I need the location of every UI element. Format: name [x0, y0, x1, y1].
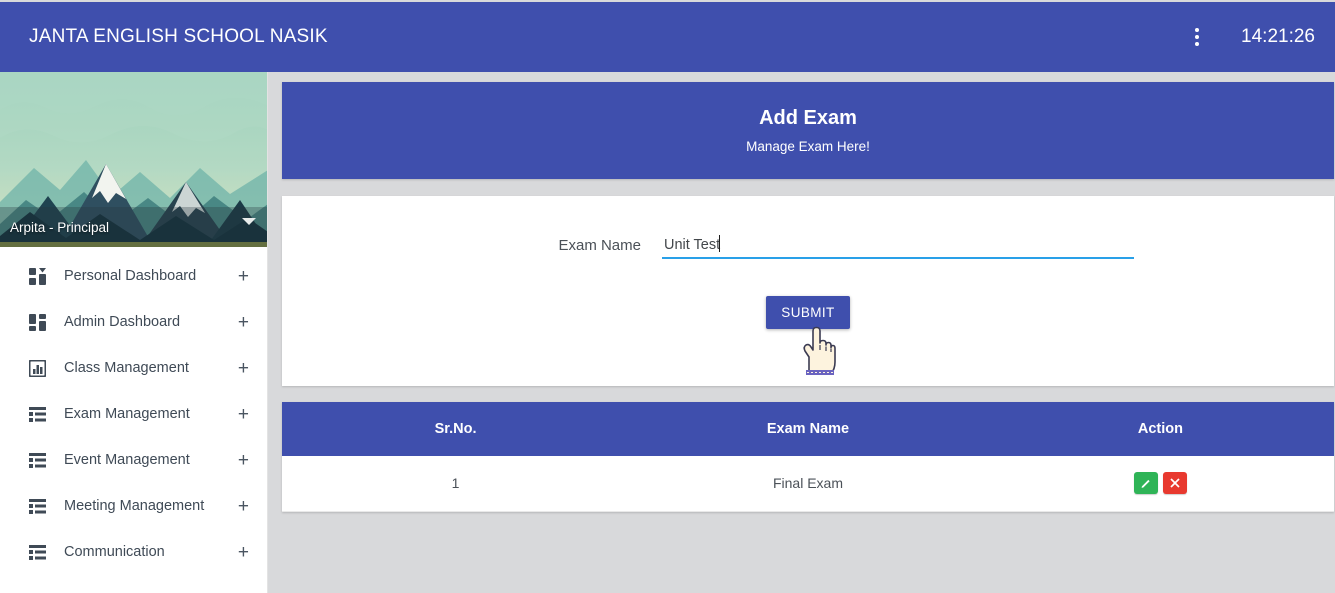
add-exam-form-card: Exam Name Unit Test SUBMIT — [282, 196, 1334, 386]
sidebar-item-label: Personal Dashboard — [48, 268, 238, 284]
edit-button[interactable] — [1134, 472, 1158, 494]
kebab-menu-icon[interactable] — [1185, 23, 1209, 51]
expand-plus-icon[interactable]: + — [238, 405, 249, 424]
sidebar-item-label: Admin Dashboard — [48, 314, 238, 330]
sidebar-item-personal-dashboard[interactable]: Personal Dashboard + — [0, 253, 267, 299]
cell-sr-no: 1 — [282, 456, 629, 511]
action-button-group — [988, 472, 1333, 494]
dashboard-grid-icon — [26, 266, 48, 286]
kebab-dot — [1195, 35, 1199, 39]
page-subtitle: Manage Exam Here! — [746, 139, 870, 154]
sidebar-item-label: Class Management — [48, 360, 238, 376]
main-content: Add Exam Manage Exam Here! Exam Name Uni… — [268, 72, 1335, 593]
clock-display: 14:21:26 — [1241, 26, 1315, 48]
sidebar-item-label: Event Management — [48, 452, 238, 468]
table-header-row: Sr.No. Exam Name Action — [282, 402, 1334, 456]
exam-name-row: Exam Name Unit Test — [282, 232, 1334, 259]
profile-name: Arpita - Principal — [10, 220, 109, 235]
close-delete-icon — [1169, 477, 1181, 489]
text-caret — [719, 235, 720, 252]
expand-plus-icon[interactable]: + — [238, 359, 249, 378]
delete-button[interactable] — [1163, 472, 1187, 494]
list-icon — [26, 542, 48, 562]
list-icon — [26, 496, 48, 516]
page-title: Add Exam — [759, 107, 857, 130]
sidebar-menu: Personal Dashboard + Admin Dashboard + — [0, 247, 267, 575]
sidebar-item-label: Meeting Management — [48, 498, 238, 514]
sidebar-item-label: Communication — [48, 544, 238, 560]
top-app-bar: JANTA ENGLISH SCHOOL NASIK 14:21:26 — [0, 2, 1335, 72]
submit-row: SUBMIT — [282, 296, 1334, 329]
profile-banner[interactable]: Arpita - Principal — [0, 72, 268, 247]
topbar-right-group: 14:21:26 — [1185, 23, 1335, 51]
expand-plus-icon[interactable]: + — [238, 313, 249, 332]
column-header-sr-no: Sr.No. — [282, 402, 629, 456]
table-header: Sr.No. Exam Name Action — [282, 402, 1334, 456]
sidebar-item-communication[interactable]: Communication + — [0, 529, 267, 575]
sidebar-item-label: Exam Management — [48, 406, 238, 422]
sidebar-item-admin-dashboard[interactable]: Admin Dashboard + — [0, 299, 267, 345]
expand-plus-icon[interactable]: + — [238, 451, 249, 470]
table-row: 1 Final Exam — [282, 456, 1334, 511]
column-header-action: Action — [987, 402, 1334, 456]
cell-action — [987, 456, 1334, 511]
exam-name-field-wrap: Unit Test — [662, 232, 1134, 259]
cell-exam-name: Final Exam — [629, 456, 987, 511]
kebab-dot — [1195, 42, 1199, 46]
kebab-dot — [1195, 28, 1199, 32]
exam-name-input-underline[interactable]: Unit Test — [662, 232, 1134, 259]
list-icon — [26, 404, 48, 424]
sidebar-item-meeting-management[interactable]: Meeting Management + — [0, 483, 267, 529]
bar-chart-icon — [26, 358, 48, 378]
sidebar-item-exam-management[interactable]: Exam Management + — [0, 391, 267, 437]
expand-plus-icon[interactable]: + — [238, 543, 249, 562]
exam-list-card: Sr.No. Exam Name Action 1 Final Exam — [282, 402, 1334, 512]
sidebar: Arpita - Principal Personal Dashboard + — [0, 72, 268, 593]
pointing-hand-cursor — [795, 324, 837, 376]
profile-name-bar: Arpita - Principal — [0, 207, 268, 247]
table-body: 1 Final Exam — [282, 456, 1334, 511]
exam-name-label: Exam Name — [282, 232, 662, 254]
exam-table: Sr.No. Exam Name Action 1 Final Exam — [282, 402, 1334, 512]
column-header-exam-name: Exam Name — [629, 402, 987, 456]
app-brand-title: JANTA ENGLISH SCHOOL NASIK — [0, 26, 328, 48]
page-header-card: Add Exam Manage Exam Here! — [282, 82, 1334, 179]
dashboard-grid-icon — [26, 312, 48, 332]
expand-plus-icon[interactable]: + — [238, 267, 249, 286]
sidebar-item-class-management[interactable]: Class Management + — [0, 345, 267, 391]
submit-button[interactable]: SUBMIT — [766, 296, 849, 329]
expand-plus-icon[interactable]: + — [238, 497, 249, 516]
caret-down-icon[interactable] — [242, 218, 256, 225]
sidebar-item-event-management[interactable]: Event Management + — [0, 437, 267, 483]
exam-name-input-value: Unit Test — [664, 237, 720, 253]
pencil-edit-icon — [1140, 477, 1152, 489]
list-icon — [26, 450, 48, 470]
